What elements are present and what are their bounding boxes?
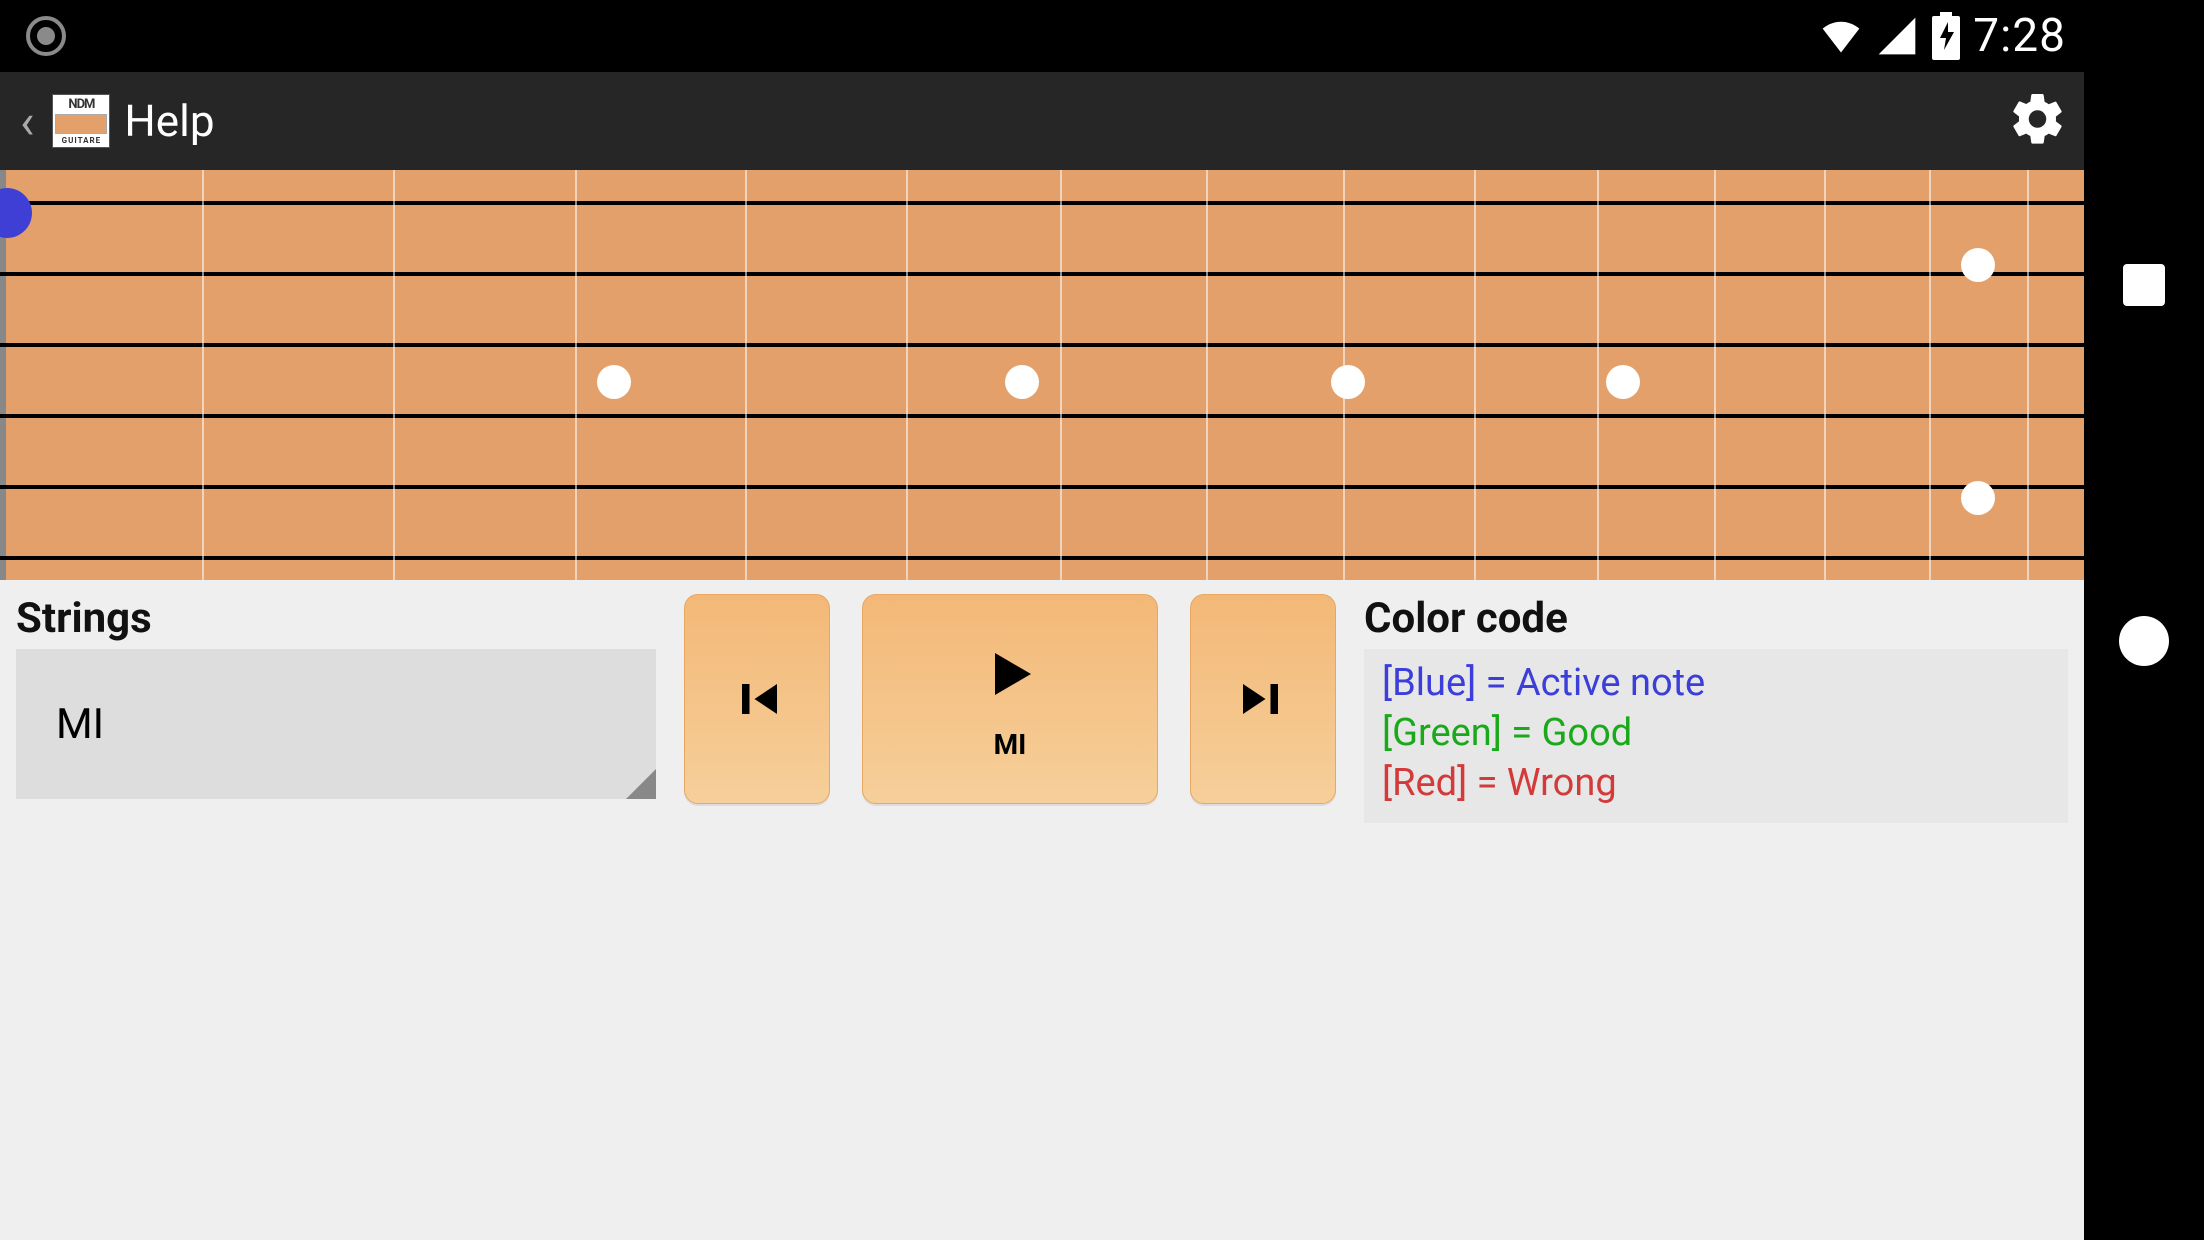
fret-line	[2027, 170, 2029, 580]
colorcode-red: [Red] = Wrong	[1382, 761, 1617, 805]
fret-marker-dot	[1005, 365, 1039, 399]
fret-marker-dot	[1331, 365, 1365, 399]
wifi-icon	[1819, 14, 1863, 58]
status-recording-icon	[26, 16, 66, 56]
active-note-dot	[0, 188, 32, 238]
fret-marker-dot	[597, 365, 631, 399]
home-button[interactable]	[2119, 616, 2169, 666]
fret-marker-dot	[1606, 365, 1640, 399]
back-chevron-icon[interactable]: ‹	[16, 93, 38, 150]
android-nav-bar	[2084, 0, 2204, 1240]
gear-icon	[2008, 89, 2068, 149]
fret-marker-dot	[1961, 481, 1995, 515]
strings-selected-value: MI	[56, 700, 104, 749]
string-3[interactable]	[0, 343, 2084, 347]
fret-line	[1597, 170, 1599, 580]
page-title: Help	[124, 95, 214, 147]
colorcode-legend: [Blue] = Active note [Green] = Good [Red…	[1364, 649, 2068, 823]
colorcode-title: Color code	[1364, 590, 2068, 649]
skip-next-icon	[1233, 669, 1293, 729]
fret-line	[1474, 170, 1476, 580]
string-6[interactable]	[0, 556, 2084, 560]
strings-title: Strings	[16, 590, 656, 649]
string-2[interactable]	[0, 272, 2084, 276]
strings-spinner[interactable]: MI	[16, 649, 656, 799]
fret-line	[393, 170, 395, 580]
string-1[interactable]	[0, 201, 2084, 205]
app-logo-icon[interactable]: NDM GUITARE	[52, 94, 110, 148]
fret-line	[745, 170, 747, 580]
fret-line	[1929, 170, 1931, 580]
fret-line	[1206, 170, 1208, 580]
fret-line	[1824, 170, 1826, 580]
battery-charging-icon	[1931, 12, 1961, 60]
cell-signal-icon	[1875, 14, 1919, 58]
fret-line	[575, 170, 577, 580]
skip-previous-icon	[727, 669, 787, 729]
play-icon	[974, 638, 1046, 710]
colorcode-green: [Green] = Good	[1382, 711, 1632, 755]
fret-line	[1060, 170, 1062, 580]
play-note-label: MI	[994, 728, 1027, 761]
fret-line	[906, 170, 908, 580]
status-clock: 7:28	[1973, 9, 2066, 63]
string-5[interactable]	[0, 485, 2084, 489]
fret-line	[1714, 170, 1716, 580]
next-button[interactable]	[1190, 594, 1336, 804]
app-logo-bottom-text: GUITARE	[62, 136, 102, 145]
fret-marker-dot	[1961, 248, 1995, 282]
app-bar: ‹ NDM GUITARE Help	[0, 72, 2084, 170]
settings-button[interactable]	[2008, 89, 2068, 153]
status-bar: 7:28	[0, 0, 2084, 72]
play-button[interactable]: MI	[862, 594, 1158, 804]
content-area: Strings MI MI	[0, 170, 2084, 1240]
overview-button[interactable]	[2123, 264, 2165, 306]
colorcode-blue: [Blue] = Active note	[1382, 661, 1705, 705]
fret-line	[202, 170, 204, 580]
guitar-fretboard[interactable]	[0, 170, 2084, 580]
string-4[interactable]	[0, 414, 2084, 418]
previous-button[interactable]	[684, 594, 830, 804]
app-logo-top-text: NDM	[68, 97, 94, 112]
